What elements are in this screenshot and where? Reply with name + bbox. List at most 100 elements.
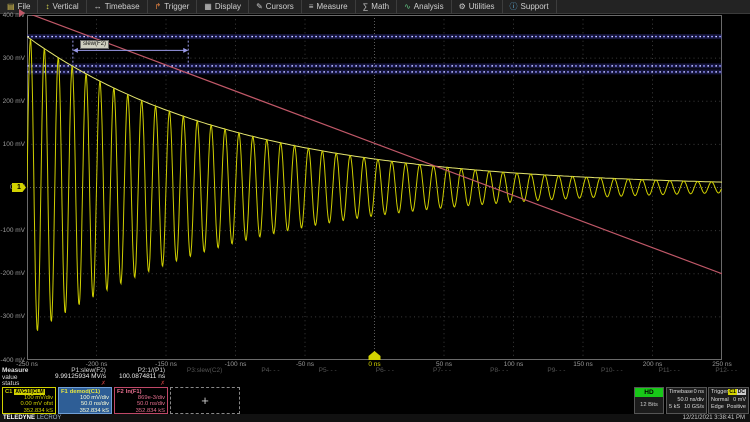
timebase-offset: 0 ns xyxy=(694,389,704,397)
brand-teledyne: TELEDYNE xyxy=(3,415,35,421)
add-trace-button[interactable]: + xyxy=(170,387,240,414)
param-status-icon xyxy=(636,381,693,387)
footer-bar: TELEDYNE LECROY 12/21/2021 3:38:41 PM xyxy=(0,414,750,422)
param-status-icon xyxy=(521,381,578,387)
trigger-position-marker[interactable] xyxy=(369,351,381,360)
menu-item-label: Utilities xyxy=(469,2,495,11)
menu-item-label: Support xyxy=(521,2,549,11)
param-status-icon: ✗ xyxy=(55,381,119,387)
f1-samples: 352.834 kS xyxy=(61,408,109,414)
menu-item-cursors[interactable]: ✎Cursors xyxy=(249,0,302,14)
measure-param-p7[interactable]: P7- - - xyxy=(407,368,464,387)
menu-item-utilities[interactable]: ⚙Utilities xyxy=(452,0,503,14)
file-icon: ▤ xyxy=(7,3,15,11)
timebase-samples: 5 kS xyxy=(669,404,680,412)
measure-param-p8[interactable]: P8- - - xyxy=(464,368,521,387)
menu-item-measure[interactable]: ≡Measure xyxy=(302,0,356,14)
menu-item-analysis[interactable]: ∿Analysis xyxy=(397,0,452,14)
menu-item-label: Measure xyxy=(316,2,347,11)
param-status-icon xyxy=(178,381,235,387)
y-axis-label: -100 mV xyxy=(0,227,25,234)
measure-param-p1[interactable]: P1:slew(F2)9.99125934 MV/s✗ xyxy=(55,368,119,387)
trigger-source-badge: C1 xyxy=(728,389,736,395)
c1-label: C1 xyxy=(5,389,12,395)
trigger-level: 0 mV xyxy=(733,397,746,405)
menu-item-math[interactable]: ∑Math xyxy=(356,0,398,14)
param-status-icon xyxy=(235,381,292,387)
hd-bits: 12 Bits xyxy=(635,397,663,413)
menu-item-label: Vertical xyxy=(52,2,78,11)
datetime-display: 12/21/2021 3:38:41 PM xyxy=(683,415,745,421)
measure-icon: ≡ xyxy=(309,3,314,11)
measure-param-p9[interactable]: P9- - - xyxy=(521,368,578,387)
y-axis-label: 100 mV xyxy=(0,141,25,148)
param-status-icon xyxy=(464,381,521,387)
param-status-icon: ✗ xyxy=(119,381,178,387)
f2-samples: 352.834 kS xyxy=(117,408,165,414)
annotation-arrowhead-left xyxy=(73,48,78,53)
measure-param-p10[interactable]: P10- - - xyxy=(578,368,635,387)
timebase-descriptor[interactable]: Timebase 0 ns 50.0 ns/div 5 kS 10 GS/s xyxy=(666,387,707,414)
analysis-icon: ∿ xyxy=(404,3,411,11)
math-f1-descriptor[interactable]: F1 demod(C1) 100 mV/div 50.0 ns/div 352.… xyxy=(58,387,112,414)
timebase-scale: 50.0 ns/div xyxy=(677,397,704,405)
hd-mode-box[interactable]: HD 12 Bits xyxy=(634,387,664,414)
y-axis-label: -300 mV xyxy=(0,313,25,320)
measure-status-row-label: status xyxy=(2,381,19,387)
f1-label: F1 xyxy=(61,389,68,395)
f2-label: F2 xyxy=(117,389,124,395)
measure-param-p12[interactable]: P12- - - xyxy=(693,368,750,387)
c1-samples: 352.834 kS xyxy=(5,408,53,414)
x-axis-label: -50 ns xyxy=(296,361,314,368)
param-status-icon xyxy=(693,381,750,387)
math-f2-descriptor[interactable]: F2 ln(F1) 869e-3/div 50.0 ns/div 352.834… xyxy=(114,387,168,414)
channel-c1-descriptor[interactable]: C1 AVG10|CLM 100 mV/div 0.00 mV ofst 352… xyxy=(2,387,56,414)
param-status-icon xyxy=(578,381,635,387)
measure-param-p6[interactable]: P6- - - xyxy=(350,368,407,387)
slew-annotation-label: slew(F2) xyxy=(80,40,109,49)
measure-param-p3[interactable]: P3:slew(C2) xyxy=(178,368,235,387)
c1-trace xyxy=(27,39,721,330)
measure-columns: P1:slew(F2)9.99125934 MV/s✗P2:1/(P1)100.… xyxy=(55,368,750,387)
brand-lecroy: LECROY xyxy=(37,415,62,421)
trigger-title: Trigger xyxy=(711,389,728,397)
param-status-icon xyxy=(350,381,407,387)
menu-item-timebase[interactable]: ↔Timebase xyxy=(87,0,148,14)
trigger-descriptor[interactable]: Trigger C1DC Normal 0 mV Edge Positive xyxy=(708,387,749,414)
measure-param-p4[interactable]: P4- - - xyxy=(235,368,292,387)
utilities-icon: ⚙ xyxy=(459,3,466,11)
trigger-icon: ↱ xyxy=(155,3,162,11)
brand-logo: TELEDYNE LECROY xyxy=(3,415,61,421)
waveform-plot xyxy=(27,15,722,360)
menu-item-support[interactable]: ⓘSupport xyxy=(503,0,557,14)
x-axis-label: -100 ns xyxy=(225,361,247,368)
measure-param-p5[interactable]: P5- - - xyxy=(292,368,349,387)
menu-item-trigger[interactable]: ↱Trigger xyxy=(148,0,198,14)
trigger-coupling-badge: DC xyxy=(737,389,746,395)
param-status-icon xyxy=(407,381,464,387)
annotation-arrowhead-right xyxy=(183,48,188,53)
timebase-title: Timebase xyxy=(669,389,693,397)
menu-item-label: Analysis xyxy=(414,2,444,11)
param-status-icon xyxy=(292,381,349,387)
menu-item-label: Timebase xyxy=(105,2,140,11)
menu-item-label: Cursors xyxy=(266,2,294,11)
timebase-icon: ↔ xyxy=(94,3,102,11)
cursors-icon: ✎ xyxy=(256,3,263,11)
f1-envelope-trace xyxy=(27,37,722,183)
display-icon: ▦ xyxy=(204,3,212,11)
y-axis-label: 200 mV xyxy=(0,98,25,105)
math-icon: ∑ xyxy=(363,3,369,11)
menu-item-display[interactable]: ▦Display xyxy=(197,0,249,14)
support-icon: ⓘ xyxy=(510,3,518,11)
f2-level-marker[interactable] xyxy=(19,9,25,17)
x-axis-label: 150 ns xyxy=(573,361,593,368)
menu-item-vertical[interactable]: ↕Vertical xyxy=(38,0,86,14)
trigger-slope: Positive xyxy=(727,404,746,412)
trigger-mode: Normal xyxy=(711,397,729,405)
y-axis-label: 300 mV xyxy=(0,55,25,62)
waveform-grid xyxy=(27,15,722,360)
measure-param-p2[interactable]: P2:1/(P1)100.0874811 ns✗ xyxy=(119,368,178,387)
trigger-type: Edge xyxy=(711,404,724,412)
measure-param-p11[interactable]: P11- - - xyxy=(636,368,693,387)
